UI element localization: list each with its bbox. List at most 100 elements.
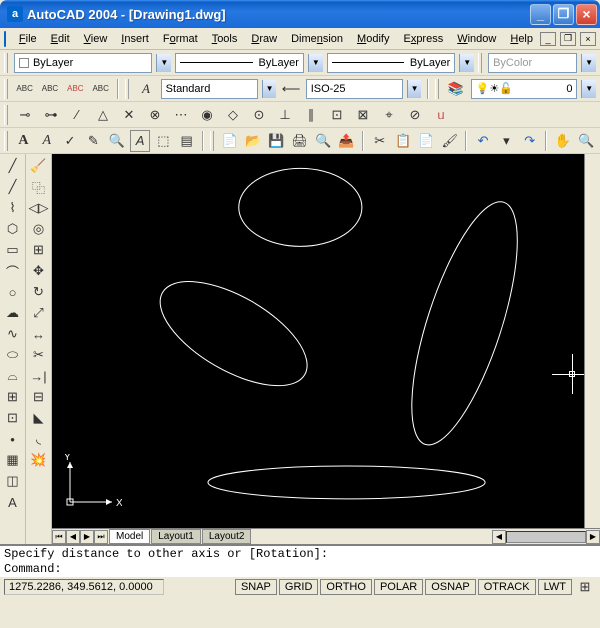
- polar-toggle[interactable]: POLAR: [374, 579, 423, 595]
- layout1-tab[interactable]: Layout1: [151, 529, 201, 544]
- stretch-icon[interactable]: ↔: [28, 324, 50, 344]
- snap-tangent-icon[interactable]: ⊙: [248, 104, 270, 126]
- ortho-toggle[interactable]: ORTHO: [320, 579, 372, 595]
- fillet-icon[interactable]: ◟: [28, 429, 50, 449]
- coordinates-display[interactable]: 1275.2286, 349.5612, 0.0000: [4, 579, 164, 595]
- undo-dropdown-icon[interactable]: ▾: [497, 130, 516, 152]
- paste-icon[interactable]: 📄: [417, 130, 436, 152]
- snap-quadrant-icon[interactable]: ◇: [222, 104, 244, 126]
- point-icon[interactable]: •: [2, 429, 24, 449]
- model-paper-toggle-icon[interactable]: ⊞: [574, 576, 596, 598]
- mdi-close-button[interactable]: ×: [580, 32, 596, 46]
- ellipse-icon[interactable]: ⬭: [2, 345, 24, 365]
- scale-text-icon[interactable]: ⬚: [154, 130, 173, 152]
- arc-icon[interactable]: ⌒: [2, 261, 24, 281]
- find-text-icon[interactable]: 🔍: [107, 130, 126, 152]
- circle-icon[interactable]: ○: [2, 282, 24, 302]
- mdi-restore-button[interactable]: ❐: [560, 32, 576, 46]
- trim-icon[interactable]: ✂: [28, 345, 50, 365]
- textstyle-combo-arrow[interactable]: ▼: [262, 80, 277, 98]
- toolbar-grip[interactable]: [125, 79, 129, 99]
- ellipse-shape[interactable]: [239, 168, 362, 246]
- text-edit-icon[interactable]: ✎: [84, 130, 103, 152]
- linetype-combo[interactable]: ByLayer: [175, 53, 304, 73]
- cut-icon[interactable]: ✂: [370, 130, 389, 152]
- chamfer-icon[interactable]: ◣: [28, 408, 50, 428]
- menu-help[interactable]: Help: [503, 31, 540, 47]
- document-icon[interactable]: [4, 31, 6, 47]
- pan-icon[interactable]: ✋: [553, 130, 572, 152]
- layer-combo[interactable]: 💡 ☀ 🔓 0: [471, 79, 578, 99]
- hscroll-right-icon[interactable]: ▶: [586, 530, 600, 544]
- command-prompt[interactable]: Command:: [0, 561, 600, 576]
- ellipse-shape[interactable]: [208, 466, 485, 499]
- abc-style-4-icon[interactable]: ABC: [90, 78, 111, 100]
- justify-text-icon[interactable]: ▤: [177, 130, 196, 152]
- snap-nearest-icon[interactable]: ⌖: [378, 104, 400, 126]
- spline-icon[interactable]: ∿: [2, 324, 24, 344]
- otrack-toggle[interactable]: OTRACK: [478, 579, 536, 595]
- vertical-scrollbar[interactable]: [584, 154, 600, 528]
- plot-icon[interactable]: 🖨: [290, 130, 309, 152]
- toolbar-grip[interactable]: [4, 131, 8, 151]
- menu-insert[interactable]: Insert: [114, 31, 156, 47]
- rotate-icon[interactable]: ↻: [28, 282, 50, 302]
- array-icon[interactable]: ⊞: [28, 240, 50, 260]
- textstyle-combo[interactable]: Standard: [161, 79, 258, 99]
- make-block-icon[interactable]: ⊡: [2, 408, 24, 428]
- toolbar-grip[interactable]: [478, 53, 482, 73]
- toolbar-grip[interactable]: [210, 131, 214, 151]
- extend-icon[interactable]: →|: [28, 366, 50, 386]
- dimstyle-combo-arrow[interactable]: ▼: [407, 80, 422, 98]
- toolbar-grip[interactable]: [4, 105, 8, 125]
- tab-first-icon[interactable]: ⏮: [52, 530, 66, 544]
- ellipse-shape[interactable]: [390, 191, 539, 456]
- revcloud-icon[interactable]: ☁: [2, 303, 24, 323]
- snap-none-icon[interactable]: ⊘: [404, 104, 426, 126]
- dtext-icon[interactable]: A: [37, 130, 56, 152]
- mirror-icon[interactable]: ◁▷: [28, 198, 50, 218]
- menu-dimension[interactable]: Dimension: [284, 31, 350, 47]
- snap-from-icon[interactable]: ⊸: [14, 104, 36, 126]
- menu-file[interactable]: File: [12, 31, 44, 47]
- copy-obj-icon[interactable]: ⿻: [28, 177, 50, 197]
- layout2-tab[interactable]: Layout2: [202, 529, 252, 544]
- snap-parallel-icon[interactable]: ∥: [300, 104, 322, 126]
- abc-style-2-icon[interactable]: ABC: [39, 78, 60, 100]
- plotstyle-combo-arrow[interactable]: ▼: [581, 54, 596, 72]
- menu-format[interactable]: Format: [156, 31, 205, 47]
- layer-combo-arrow[interactable]: ▼: [581, 80, 596, 98]
- color-combo[interactable]: ByLayer: [14, 53, 152, 73]
- menu-view[interactable]: View: [77, 31, 115, 47]
- snap-insert-icon[interactable]: ⊡: [326, 104, 348, 126]
- save-icon[interactable]: 💾: [267, 130, 286, 152]
- tab-next-icon[interactable]: ▶: [80, 530, 94, 544]
- snap-extension-icon[interactable]: ⋯: [170, 104, 192, 126]
- minimize-button[interactable]: _: [530, 4, 551, 25]
- snap-node-icon[interactable]: ⊠: [352, 104, 374, 126]
- osnap-toggle[interactable]: OSNAP: [425, 579, 476, 595]
- lineweight-combo[interactable]: ByLayer: [327, 53, 456, 73]
- spelling-icon[interactable]: ✓: [60, 130, 79, 152]
- lineweight-combo-arrow[interactable]: ▼: [459, 54, 474, 72]
- dimstyle-combo[interactable]: ISO-25: [306, 79, 403, 99]
- erase-icon[interactable]: 🧹: [28, 156, 50, 176]
- toolbar-grip[interactable]: [4, 53, 8, 73]
- ellipse-shape[interactable]: [144, 261, 323, 407]
- polygon-icon[interactable]: ⬡: [2, 219, 24, 239]
- undo-icon[interactable]: ↶: [473, 130, 492, 152]
- region-icon[interactable]: ◫: [2, 471, 24, 491]
- break-icon[interactable]: ⊟: [28, 387, 50, 407]
- toolbar-grip[interactable]: [435, 79, 439, 99]
- color-combo-arrow[interactable]: ▼: [156, 54, 171, 72]
- snap-settings-icon[interactable]: ᥙ: [430, 104, 452, 126]
- linetype-combo-arrow[interactable]: ▼: [308, 54, 323, 72]
- mtext-icon[interactable]: A: [14, 130, 33, 152]
- zoom-icon[interactable]: 🔍: [577, 130, 596, 152]
- tab-last-icon[interactable]: ⏭: [94, 530, 108, 544]
- menu-express[interactable]: Express: [396, 31, 450, 47]
- ellipse-arc-icon[interactable]: ⌓: [2, 366, 24, 386]
- lwt-toggle[interactable]: LWT: [538, 579, 572, 595]
- hscroll-left-icon[interactable]: ◀: [492, 530, 506, 544]
- command-window[interactable]: Specify distance to other axis or [Rotat…: [0, 544, 600, 576]
